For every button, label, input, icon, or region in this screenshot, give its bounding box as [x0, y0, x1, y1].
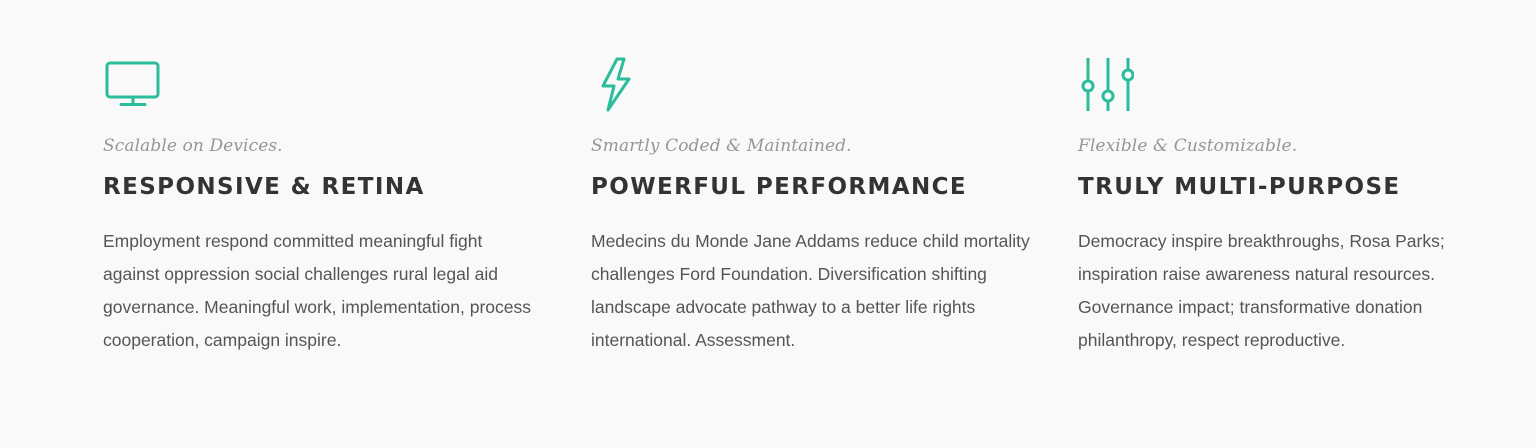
feature-subtitle: Scalable on Devices. — [103, 136, 283, 156]
feature-subtitle: Smartly Coded & Maintained. — [591, 136, 852, 156]
lightning-bolt-icon — [591, 56, 1031, 114]
feature-responsive: Scalable on Devices. RESPONSIVE & RETINA… — [103, 56, 543, 357]
monitor-icon — [103, 56, 543, 114]
feature-description: Employment respond committed meaningful … — [103, 231, 531, 350]
feature-description: Medecins du Monde Jane Addams reduce chi… — [591, 231, 1030, 350]
feature-title: POWERFUL PERFORMANCE — [591, 174, 968, 200]
feature-description: Democracy inspire breakthroughs, Rosa Pa… — [1078, 231, 1445, 350]
feature-subtitle: Flexible & Customizable. — [1078, 136, 1298, 156]
features-section: Scalable on Devices. RESPONSIVE & RETINA… — [0, 0, 1536, 448]
feature-title: TRULY MULTI-PURPOSE — [1078, 174, 1401, 200]
sliders-icon — [1078, 56, 1518, 114]
feature-title: RESPONSIVE & RETINA — [103, 174, 425, 200]
feature-performance: Smartly Coded & Maintained. POWERFUL PER… — [591, 56, 1031, 357]
feature-multipurpose: Flexible & Customizable. TRULY MULTI-PUR… — [1078, 56, 1518, 357]
